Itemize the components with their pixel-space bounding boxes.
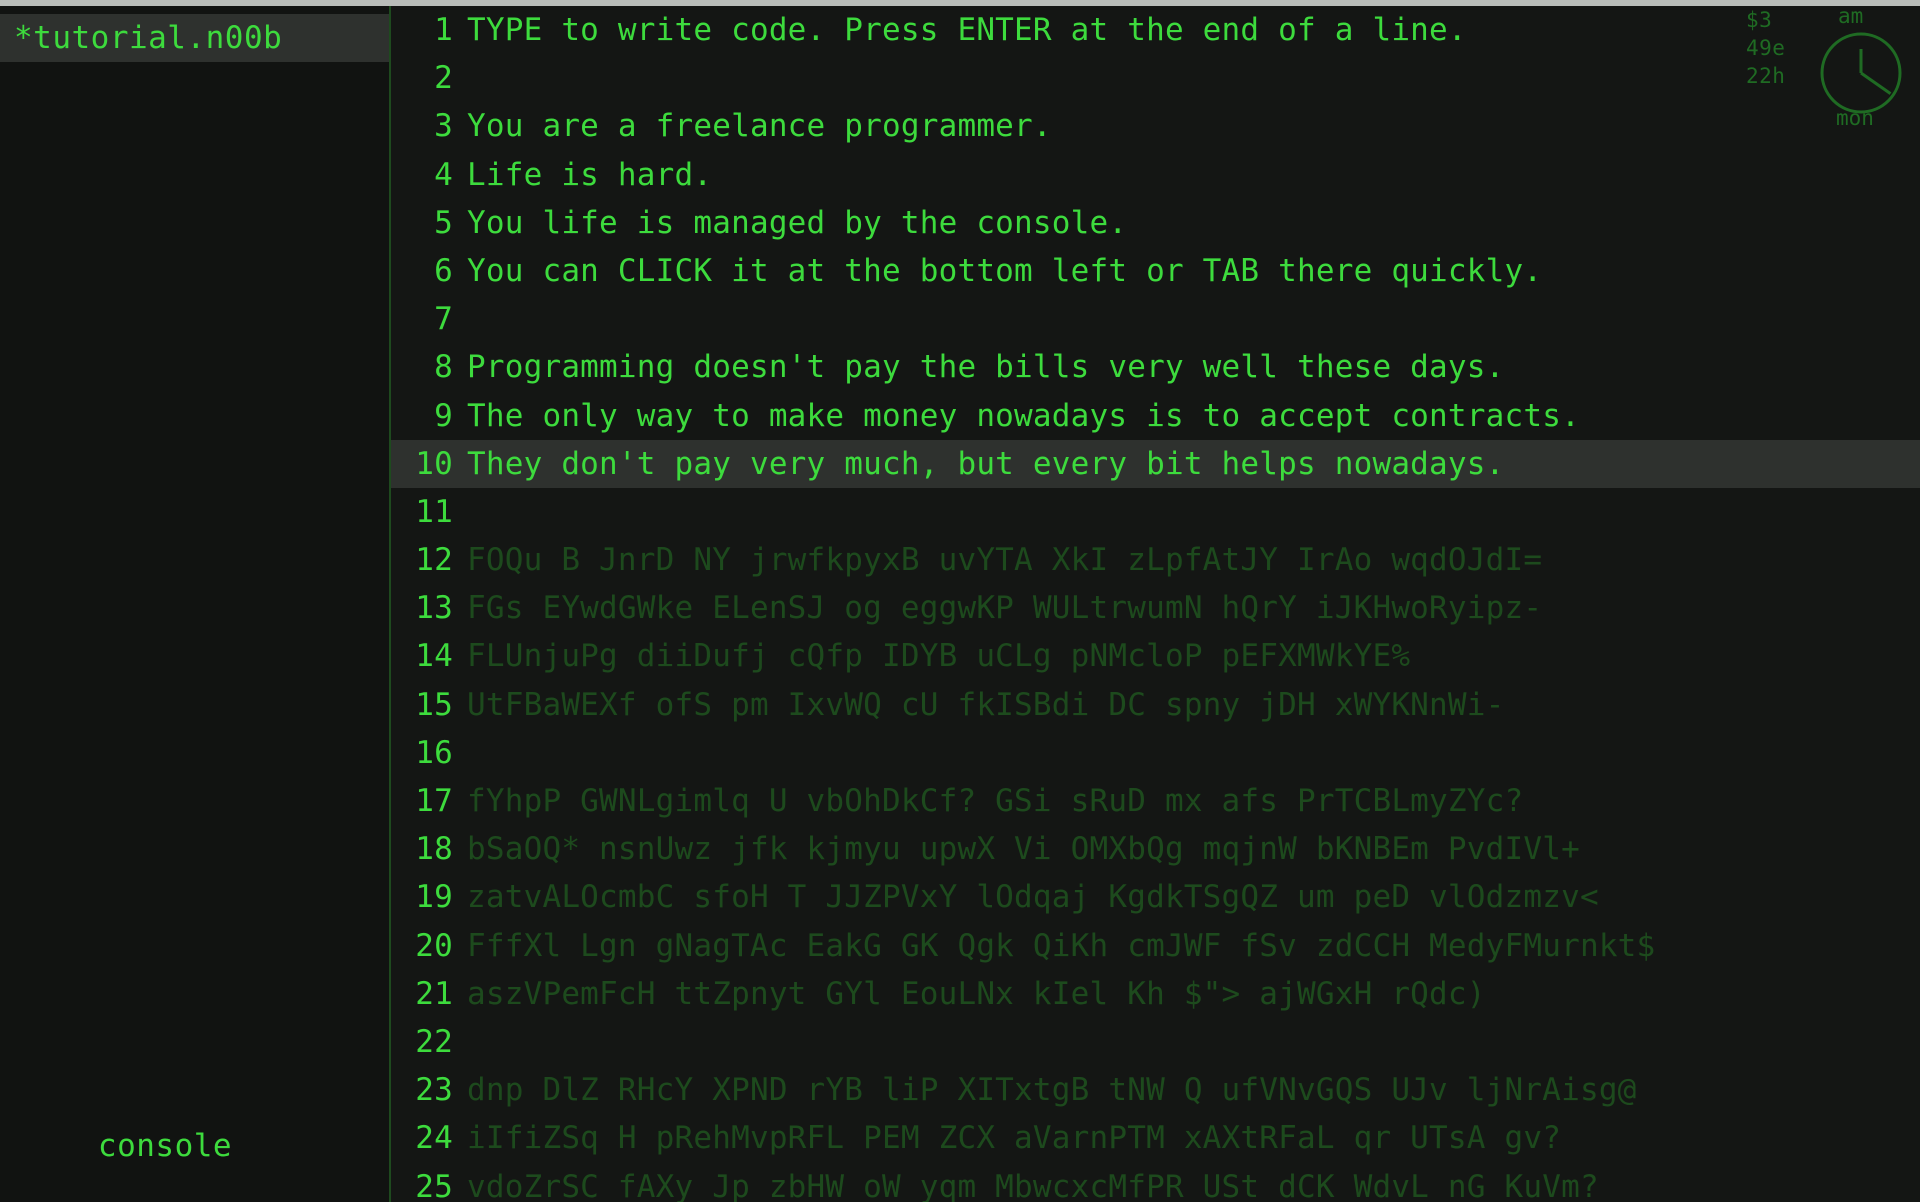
- sidebar: *tutorial.n00b console: [0, 6, 389, 1202]
- line-text: FLUnjuPg diiDufj cQfp IDYB uCLg pNMcloP …: [467, 638, 1411, 675]
- line-number: 9: [434, 397, 453, 434]
- code-line[interactable]: 2: [391, 54, 1920, 102]
- code-line[interactable]: 7: [391, 295, 1920, 343]
- line-number: 5: [434, 204, 453, 241]
- line-number: 10: [415, 445, 453, 482]
- line-text: bSaOQ* nsnUwz jfk kjmyu upwX Vi OMXbQg m…: [467, 831, 1580, 868]
- line-text: zatvALOcmbC sfoH T JJZPVxY lOdqaj KgdkTS…: [467, 879, 1599, 916]
- line-text: FffXl Lgn gNagTAc EakG GK Qgk QiKh cmJWF…: [467, 927, 1656, 964]
- line-number: 8: [434, 349, 453, 386]
- line-text: aszVPemFcH ttZpnyt GYl EouLNx kIel Kh $"…: [467, 975, 1486, 1012]
- code-editor[interactable]: 1 TYPE to write code. Press ENTER at the …: [391, 6, 1920, 1202]
- line-number: 4: [434, 156, 453, 193]
- code-line[interactable]: 17 fYhpP GWNLgimlq U vbOhDkCf? GSi sRuD m…: [391, 777, 1920, 825]
- line-number: 12: [415, 542, 453, 579]
- code-line[interactable]: 3 You are a freelance programmer.: [391, 102, 1920, 150]
- line-text: TYPE to write code. Press ENTER at the e…: [467, 12, 1467, 48]
- line-number: 20: [415, 927, 453, 964]
- line-number: 23: [415, 1072, 453, 1109]
- line-number: 21: [415, 975, 453, 1012]
- code-line[interactable]: 6 You can CLICK it at the bottom left or …: [391, 247, 1920, 295]
- line-number: 13: [415, 590, 453, 627]
- code-line[interactable]: 24 iIfiZSq H pRehMvpRFL PEM ZCX aVarnPTM …: [391, 1114, 1920, 1162]
- line-text: FGs EYwdGWke ELenSJ og eggwKP WULtrwumN …: [467, 590, 1543, 627]
- game-screen: *tutorial.n00b console 1 TYPE to write co…: [0, 0, 1920, 1202]
- code-line[interactable]: 9 The only way to make money nowadays is …: [391, 392, 1920, 440]
- line-number: 1: [434, 12, 453, 48]
- line-text: UtFBaWEXf ofS pm IxvWQ cU fkISBdi DC spn…: [467, 686, 1505, 723]
- line-number: 18: [415, 831, 453, 868]
- line-text: dnp DlZ RHcY XPND rYB liP XITxtgB tNW Q …: [467, 1072, 1637, 1109]
- line-number: 24: [415, 1120, 453, 1157]
- line-number: 6: [434, 252, 453, 289]
- code-line[interactable]: 12 FOQu B JnrD NY jrwfkpyxB uvYTA XkI zLp…: [391, 536, 1920, 584]
- code-line[interactable]: 18 bSaOQ* nsnUwz jfk kjmyu upwX Vi OMXbQg…: [391, 825, 1920, 873]
- code-line[interactable]: 21 aszVPemFcH ttZpnyt GYl EouLNx kIel Kh …: [391, 970, 1920, 1018]
- code-line[interactable]: 16: [391, 729, 1920, 777]
- file-tab-label: *tutorial.n00b: [14, 20, 283, 56]
- line-number: 19: [415, 879, 453, 916]
- line-number: 25: [415, 1168, 453, 1202]
- code-line[interactable]: 23 dnp DlZ RHcY XPND rYB liP XITxtgB tNW …: [391, 1066, 1920, 1114]
- code-line[interactable]: 20 FffXl Lgn gNagTAc EakG GK Qgk QiKh cmJ…: [391, 922, 1920, 970]
- line-text: They don't pay very much, but every bit …: [467, 445, 1505, 482]
- code-line[interactable]: 10 They don't pay very much, but every bi…: [391, 439, 1920, 488]
- line-text: FOQu B JnrD NY jrwfkpyxB uvYTA XkI zLpfA…: [467, 542, 1543, 579]
- line-text: You life is managed by the console.: [467, 204, 1128, 241]
- code-line-list: 1 TYPE to write code. Press ENTER at the …: [391, 6, 1920, 1202]
- line-number: 15: [415, 686, 453, 723]
- file-tab-tutorial[interactable]: *tutorial.n00b: [0, 14, 389, 62]
- line-text: The only way to make money nowadays is t…: [467, 397, 1580, 434]
- line-text: Programming doesn't pay the bills very w…: [467, 349, 1505, 386]
- line-number: 14: [415, 638, 453, 675]
- code-line[interactable]: 13 FGs EYwdGWke ELenSJ og eggwKP WULtrwum…: [391, 584, 1920, 632]
- code-line[interactable]: 25 vdoZrSC fAXy Jp zbHW oW yqm MbwcxcMfPR…: [391, 1163, 1920, 1202]
- line-number: 17: [415, 783, 453, 819]
- line-number: 16: [415, 734, 453, 771]
- code-line[interactable]: 22: [391, 1018, 1920, 1066]
- line-number: 2: [434, 60, 453, 97]
- code-line[interactable]: 15 UtFBaWEXf ofS pm IxvWQ cU fkISBdi DC s…: [391, 681, 1920, 729]
- code-line[interactable]: 5 You life is managed by the console.: [391, 199, 1920, 247]
- line-number: 11: [415, 493, 453, 530]
- line-text: Life is hard.: [467, 156, 713, 193]
- line-text: You are a freelance programmer.: [467, 108, 1052, 145]
- code-line[interactable]: 1 TYPE to write code. Press ENTER at the …: [391, 6, 1920, 54]
- line-text: vdoZrSC fAXy Jp zbHW oW yqm MbwcxcMfPR U…: [467, 1168, 1599, 1202]
- code-line[interactable]: 8 Programming doesn't pay the bills very …: [391, 343, 1920, 391]
- line-number: 3: [434, 108, 453, 145]
- line-text: iIfiZSq H pRehMvpRFL PEM ZCX aVarnPTM xA…: [467, 1120, 1562, 1157]
- line-number: 22: [415, 1023, 453, 1060]
- code-line[interactable]: 4 Life is hard.: [391, 151, 1920, 199]
- line-text: fYhpP GWNLgimlq U vbOhDkCf? GSi sRuD mx …: [467, 783, 1524, 819]
- code-line[interactable]: 11: [391, 488, 1920, 536]
- code-line[interactable]: 14 FLUnjuPg diiDufj cQfp IDYB uCLg pNMclo…: [391, 632, 1920, 680]
- code-line[interactable]: 19 zatvALOcmbC sfoH T JJZPVxY lOdqaj Kgdk…: [391, 873, 1920, 921]
- line-text: You can CLICK it at the bottom left or T…: [467, 252, 1543, 289]
- console-button[interactable]: console: [0, 1128, 330, 1164]
- line-number: 7: [434, 301, 453, 338]
